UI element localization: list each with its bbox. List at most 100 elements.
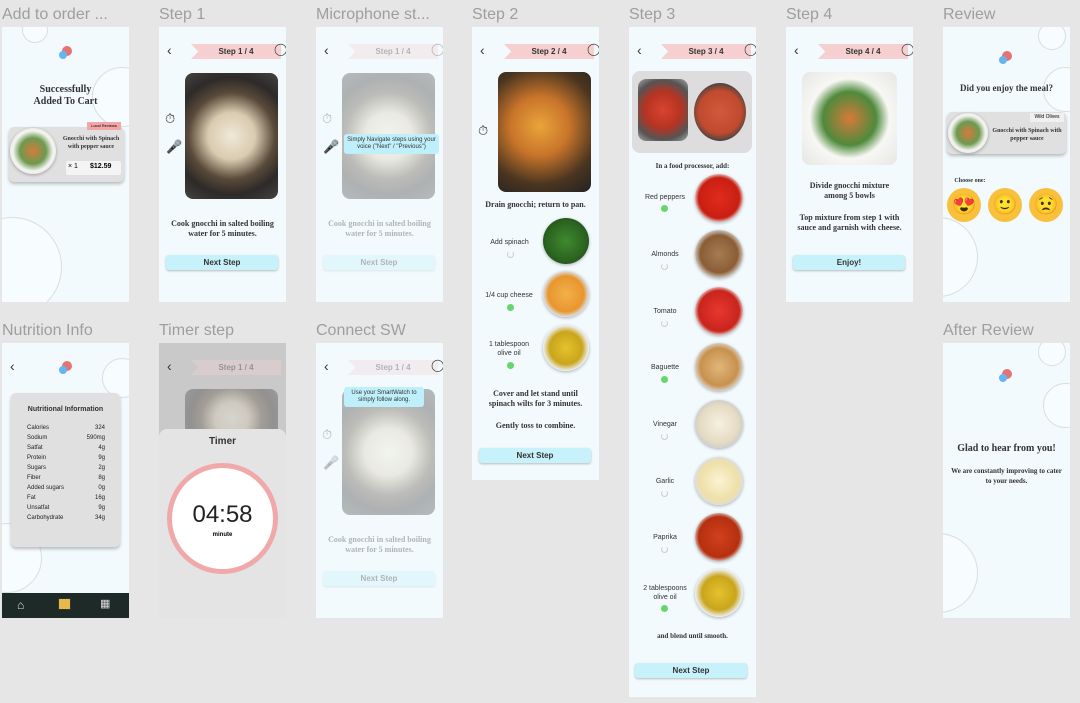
step-banner: Step 1 / 4 <box>348 360 438 375</box>
table-row: Satfat 4g <box>27 445 105 451</box>
smartwatch-icon[interactable]: ◯ <box>901 42 913 57</box>
frame-label-step4: Step 4 <box>786 6 833 23</box>
stopwatch-icon[interactable]: ⏱ <box>322 427 332 443</box>
step-banner: Step 1 / 4 <box>348 44 438 59</box>
chevron-left-icon[interactable]: ‹ <box>324 42 329 58</box>
chevron-left-icon[interactable]: ‹ <box>10 358 15 374</box>
timer-ring[interactable]: 04:58 minute <box>167 463 278 574</box>
review-question: Did you enjoy the meal? <box>960 83 1053 93</box>
review-dish-image <box>948 113 988 153</box>
nutrition-title: Nutritional Information <box>27 406 104 413</box>
chevron-left-icon[interactable]: ‹ <box>167 42 172 58</box>
step3-item-tomato-check[interactable] <box>661 320 668 327</box>
baguette-image <box>695 343 743 391</box>
table-row: Fat 16g <box>27 495 105 501</box>
stopwatch-icon[interactable]: ⏱ <box>322 111 332 127</box>
step3-item-red-peppers: Red peppers <box>644 194 686 201</box>
decor-circle <box>102 358 129 398</box>
cart-item-name: Gnocchi with Spinach with pepper sauce <box>62 136 120 150</box>
microphone-icon[interactable]: 🎤 <box>323 139 339 155</box>
next-step-button[interactable]: Next Step <box>635 663 747 678</box>
next-step-button[interactable]: Next Step <box>166 255 278 270</box>
step2-item-olive-oil-check[interactable] <box>507 362 514 369</box>
step3-item-baguette-check[interactable] <box>661 376 668 383</box>
step3-item-paprika: Paprika <box>653 534 677 541</box>
emoji-love-button[interactable]: 😍 <box>947 188 981 222</box>
cart-qty[interactable]: × 1 <box>68 163 78 170</box>
step3-item-paprika-check[interactable] <box>661 546 668 553</box>
almonds-image <box>695 230 743 278</box>
olive-oil-image <box>695 569 743 617</box>
smartwatch-icon[interactable]: ◯ <box>431 42 443 57</box>
paprika-image <box>695 513 743 561</box>
step4-line2: Top mixture from step 1 with sauce and g… <box>797 213 902 232</box>
cart-dish-image <box>10 128 56 174</box>
next-step-button[interactable]: Next Step <box>323 571 435 586</box>
step3-intro: In a food processor, add: <box>655 162 730 170</box>
step2-item-spinach-check[interactable] <box>507 251 514 258</box>
emoji-sad-button[interactable]: 😟 <box>1029 188 1063 222</box>
smartwatch-icon[interactable]: ◯ <box>587 42 599 57</box>
table-row: Protein 9g <box>27 455 105 461</box>
microphone-icon[interactable]: 🎤 <box>166 139 182 155</box>
step4-line1: Divide gnocchi mixture among 5 bowls <box>809 181 890 200</box>
chevron-left-icon[interactable]: ‹ <box>637 42 642 58</box>
menu-icon[interactable] <box>58 598 71 610</box>
chevron-left-icon[interactable]: ‹ <box>324 358 329 374</box>
smartwatch-icon[interactable]: ◯ <box>744 42 756 57</box>
smartwatch-tooltip: Use your SmartWatch to simply follow alo… <box>344 387 424 407</box>
frame-step4: ‹ Step 4 / 4 ◯ Divide gnocchi mixture am… <box>786 27 913 302</box>
step3-item-vinegar-check[interactable] <box>661 433 668 440</box>
cart-badge: Local Reviews <box>87 122 121 130</box>
smartwatch-icon[interactable]: ◯ <box>274 42 286 57</box>
enjoy-button[interactable]: Enjoy! <box>793 255 905 270</box>
step-banner: Step 4 / 4 <box>818 44 908 59</box>
step3-item-olive-oil-check[interactable] <box>661 605 668 612</box>
frame-label-step3: Step 3 <box>629 6 676 23</box>
frame-label-nutrition: Nutrition Info <box>2 322 93 339</box>
step3-item-red-peppers-check[interactable] <box>661 205 668 212</box>
emoji-smile-button[interactable]: 🙂 <box>988 188 1022 222</box>
frame-nutrition: ‹ Nutritional Information Calories 324 So… <box>2 343 129 618</box>
step3-item-almonds: Almonds <box>651 251 679 258</box>
decor-circle <box>2 217 62 302</box>
step-banner: Step 3 / 4 <box>661 44 751 59</box>
spinach-image <box>543 218 589 264</box>
step2-item-olive-oil: 1 tablespoon olive oil <box>488 341 530 357</box>
after-review-text: We are constantly improving to cater to … <box>951 467 1062 485</box>
logo-icon <box>999 51 1013 65</box>
chevron-left-icon[interactable]: ‹ <box>167 358 172 374</box>
receipt-icon[interactable]: ▦ <box>100 597 110 610</box>
step2-item-cheese-check[interactable] <box>507 304 514 311</box>
frame-step3: ‹ Step 3 / 4 ◯ In a food processor, add:… <box>629 27 756 697</box>
decor-circle <box>1043 383 1070 428</box>
smartwatch-icon[interactable]: ◯ <box>431 358 443 373</box>
chevron-left-icon[interactable]: ‹ <box>480 42 485 58</box>
stopwatch-icon[interactable]: ⏱ <box>165 111 175 127</box>
decor-circle <box>22 27 48 43</box>
home-icon[interactable]: ⌂ <box>17 598 24 613</box>
timer-sheet: Timer 04:58 minute <box>159 429 286 618</box>
microphone-icon[interactable]: 🎤 <box>323 455 339 471</box>
decor-circle <box>1038 343 1066 366</box>
step-banner: Step 2 / 4 <box>504 44 594 59</box>
chevron-left-icon[interactable]: ‹ <box>794 42 799 58</box>
next-step-button[interactable]: Next Step <box>323 255 435 270</box>
step3-item-baguette: Baguette <box>650 364 680 371</box>
stopwatch-icon[interactable]: ⏱ <box>478 123 488 139</box>
step2-line1: Drain gnocchi; return to pan. <box>485 200 586 209</box>
logo-icon <box>999 369 1013 383</box>
frame-step1: ‹ Step 1 / 4 ◯ ⏱ 🎤 Cook gnocchi in salte… <box>159 27 286 302</box>
logo-icon <box>59 46 73 60</box>
logo-icon <box>59 361 73 375</box>
step-banner: Step 1 / 4 <box>191 360 281 375</box>
next-step-button[interactable]: Next Step <box>479 448 591 463</box>
step3-item-almonds-check[interactable] <box>661 263 668 270</box>
step-banner: Step 1 / 4 <box>191 44 281 59</box>
step3-outro: and blend until smooth. <box>657 632 728 640</box>
step3-item-garlic-check[interactable] <box>661 490 668 497</box>
frame-connect-sw: ‹ Step 1 / 4 ◯ ⏱ 🎤 Use your SmartWatch t… <box>316 343 443 618</box>
step1-gnocchi-photo <box>185 73 278 199</box>
vinegar-image <box>695 400 743 448</box>
final-dish-photo <box>802 72 897 165</box>
